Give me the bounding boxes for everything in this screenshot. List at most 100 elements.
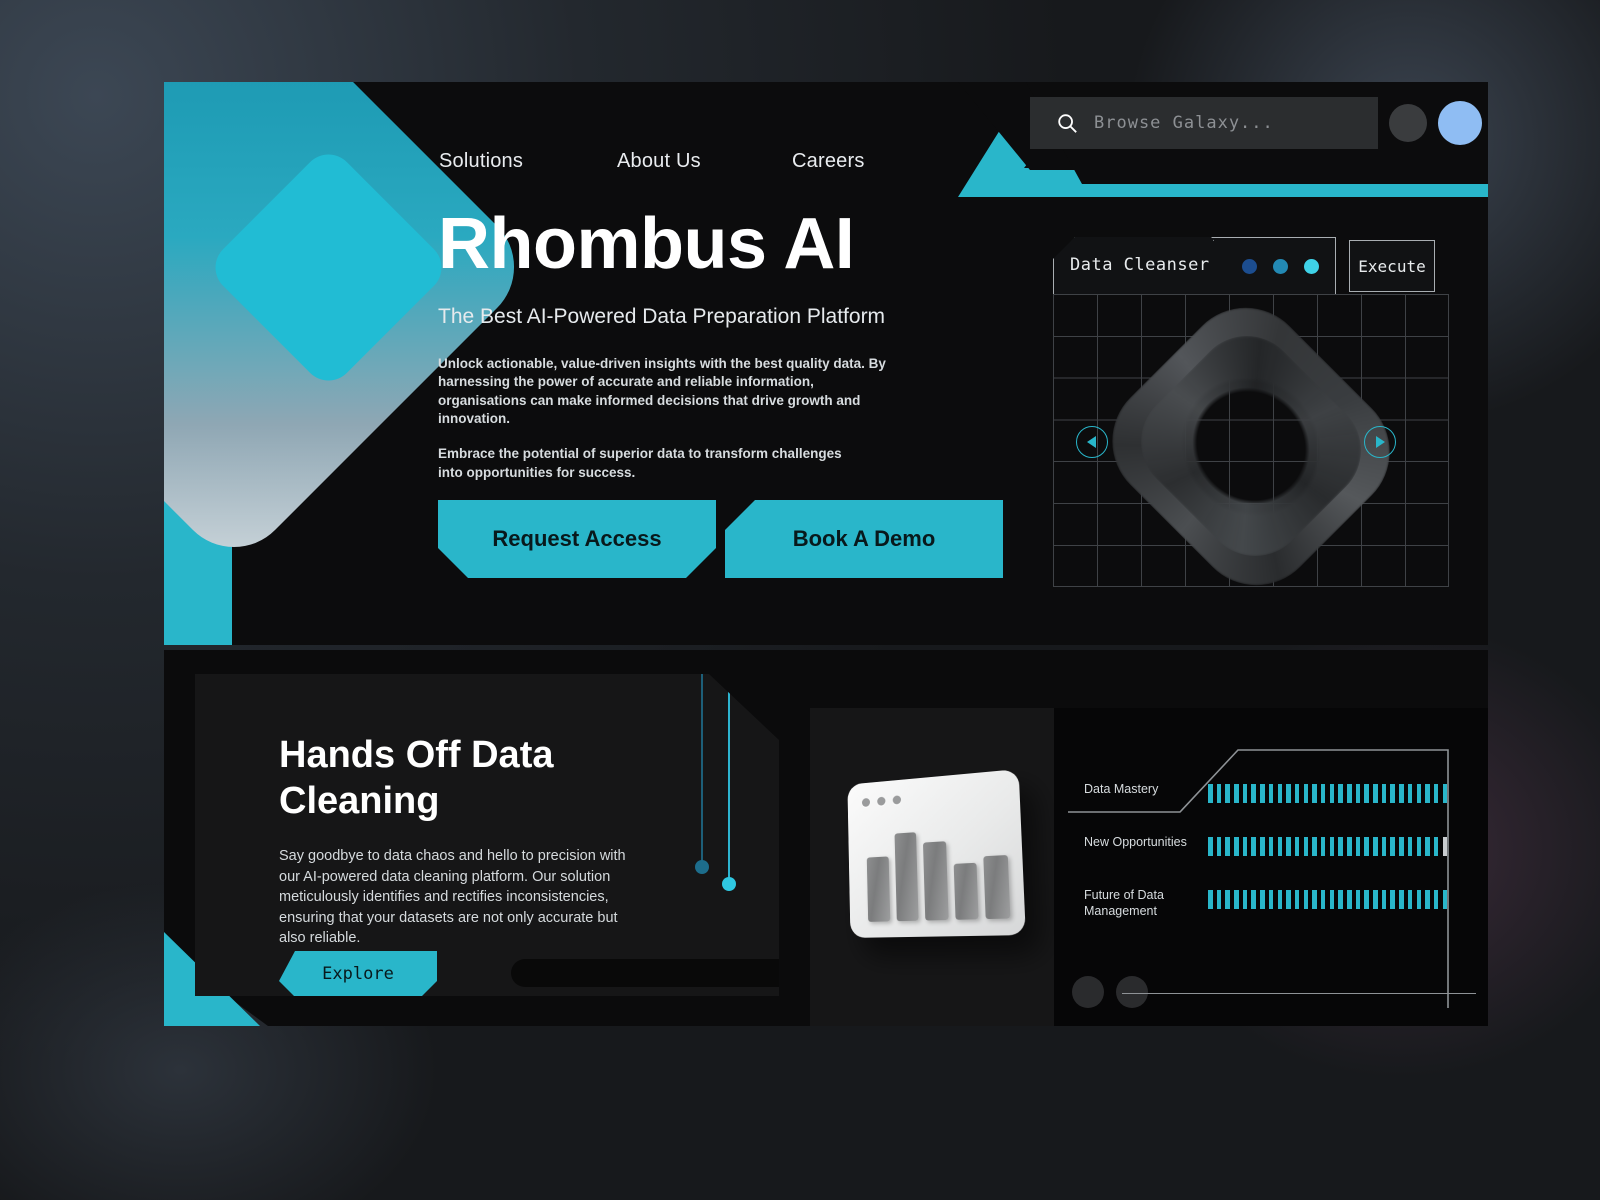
previous-button[interactable]	[1076, 426, 1108, 458]
metric-label: New Opportunities	[1084, 835, 1187, 849]
metric-tick	[1433, 784, 1439, 803]
avatar-gray[interactable]	[1389, 104, 1427, 142]
metric-tick	[1312, 784, 1317, 803]
search-input-placeholder[interactable]: Browse Galaxy...	[1094, 113, 1274, 133]
data-cleanser-panel: Data Cleanser Execute	[1053, 237, 1453, 611]
metric-tick	[1364, 837, 1369, 856]
metric-label: Future of Data Management	[1084, 888, 1164, 918]
metric-tick	[1234, 837, 1239, 856]
hero-section: Solutions About Us Careers Browse Galaxy…	[164, 82, 1488, 645]
metric-tick	[1425, 890, 1430, 909]
hero-text-block: Rhombus AI The Best AI-Powered Data Prep…	[438, 204, 958, 482]
metric-tick	[1381, 837, 1387, 856]
feature-title: Hands Off Data Cleaning	[279, 734, 554, 823]
metric-tick	[1294, 890, 1300, 909]
metric-progress	[1208, 837, 1448, 856]
decorative-dot-1	[695, 860, 709, 874]
metric-tick	[1320, 784, 1326, 803]
metric-tick	[1399, 890, 1404, 909]
metric-tick	[1260, 784, 1265, 803]
metric-tick	[1312, 837, 1317, 856]
chart-bar	[866, 856, 890, 922]
metric-tick	[1208, 890, 1213, 909]
metric-tick	[1381, 890, 1387, 909]
search-icon	[1056, 112, 1078, 134]
torus-inner-ring	[1119, 314, 1383, 578]
chevron-left-icon	[1087, 436, 1096, 448]
next-button[interactable]	[1364, 426, 1396, 458]
book-a-demo-button[interactable]: Book A Demo	[725, 500, 1003, 578]
metric-tick	[1442, 837, 1448, 856]
chart-bar	[953, 862, 979, 920]
status-dot-3	[1304, 259, 1319, 274]
metric-tick	[1242, 890, 1248, 909]
metric-tick	[1416, 890, 1421, 909]
window-dot-1	[861, 797, 871, 808]
chart-bar	[894, 832, 919, 922]
metric-tick	[1216, 890, 1222, 909]
explore-button[interactable]: Explore	[279, 951, 437, 996]
metric-tick	[1216, 837, 1222, 856]
metrics-footer-line	[1122, 992, 1476, 994]
chevron-right-icon	[1376, 436, 1385, 448]
metric-tick	[1251, 890, 1256, 909]
metric-tick	[1260, 890, 1265, 909]
hero-paragraph-1: Unlock actionable, value-driven insights…	[438, 355, 886, 427]
metric-tick	[1329, 837, 1335, 856]
metric-tick	[1338, 784, 1343, 803]
data-cleanser-title: Data Cleanser	[1070, 255, 1210, 275]
bar-chart-illustration	[847, 769, 1026, 938]
feature-paragraph: Say goodbye to data chaos and hello to p…	[279, 848, 626, 947]
nav-item-careers[interactable]: Careers	[792, 150, 865, 173]
window-dots	[861, 795, 902, 808]
metric-tick	[1286, 784, 1291, 803]
metric-label: Data Mastery	[1084, 782, 1159, 796]
search-bar[interactable]: Browse Galaxy...	[1030, 97, 1378, 149]
metric-tick	[1390, 890, 1395, 909]
footer-circle-1[interactable]	[1072, 976, 1104, 1008]
metric-tick	[1303, 784, 1309, 803]
metric-tick	[1251, 837, 1256, 856]
decorative-line-1	[701, 674, 703, 864]
hero-paragraph-2: Embrace the potential of superior data t…	[438, 446, 842, 480]
landing-page: Solutions About Us Careers Browse Galaxy…	[164, 82, 1488, 1026]
metric-tick	[1364, 784, 1369, 803]
metric-tick	[1347, 890, 1352, 909]
nav-item-solutions[interactable]: Solutions	[439, 150, 523, 173]
status-dot-1	[1242, 259, 1257, 274]
metric-tick	[1242, 784, 1248, 803]
metric-tick	[1329, 890, 1335, 909]
metric-tick	[1416, 837, 1421, 856]
feature-section: Hands Off Data Cleaning Say goodbye to d…	[164, 650, 1488, 1026]
chart-bar	[923, 840, 949, 921]
metric-tick	[1442, 784, 1448, 803]
metric-tick	[1329, 784, 1335, 803]
data-cleanser-header: Data Cleanser	[1053, 237, 1336, 295]
execute-button[interactable]: Execute	[1349, 240, 1435, 292]
hero-cta-row: Request Access Book A Demo	[438, 500, 1003, 578]
metric-tick	[1225, 890, 1230, 909]
request-access-button[interactable]: Request Access	[438, 500, 716, 578]
window-dot-2	[877, 796, 886, 806]
metric-tick	[1303, 837, 1309, 856]
metric-tick	[1373, 837, 1378, 856]
metrics-panel: Data Mastery New Opportunities Future of D…	[1054, 708, 1488, 1026]
metric-tick	[1208, 784, 1213, 803]
avatar-blue[interactable]	[1438, 101, 1482, 145]
metric-tick	[1234, 784, 1239, 803]
page-title: Rhombus AI	[438, 204, 855, 284]
metric-tick	[1373, 784, 1378, 803]
metric-tick	[1277, 784, 1282, 803]
metric-tick	[1399, 784, 1404, 803]
nav-item-about-us[interactable]: About Us	[617, 150, 701, 173]
metric-tick	[1355, 890, 1361, 909]
metric-tick	[1390, 837, 1395, 856]
feature-card-middle	[810, 708, 1054, 1026]
metric-tick	[1407, 890, 1413, 909]
metric-tick	[1294, 837, 1300, 856]
metric-tick	[1433, 837, 1439, 856]
metric-tick	[1373, 890, 1378, 909]
hero-subtitle: The Best AI-Powered Data Preparation Pla…	[438, 304, 886, 328]
metric-tick	[1216, 784, 1222, 803]
metric-tick	[1442, 890, 1448, 909]
